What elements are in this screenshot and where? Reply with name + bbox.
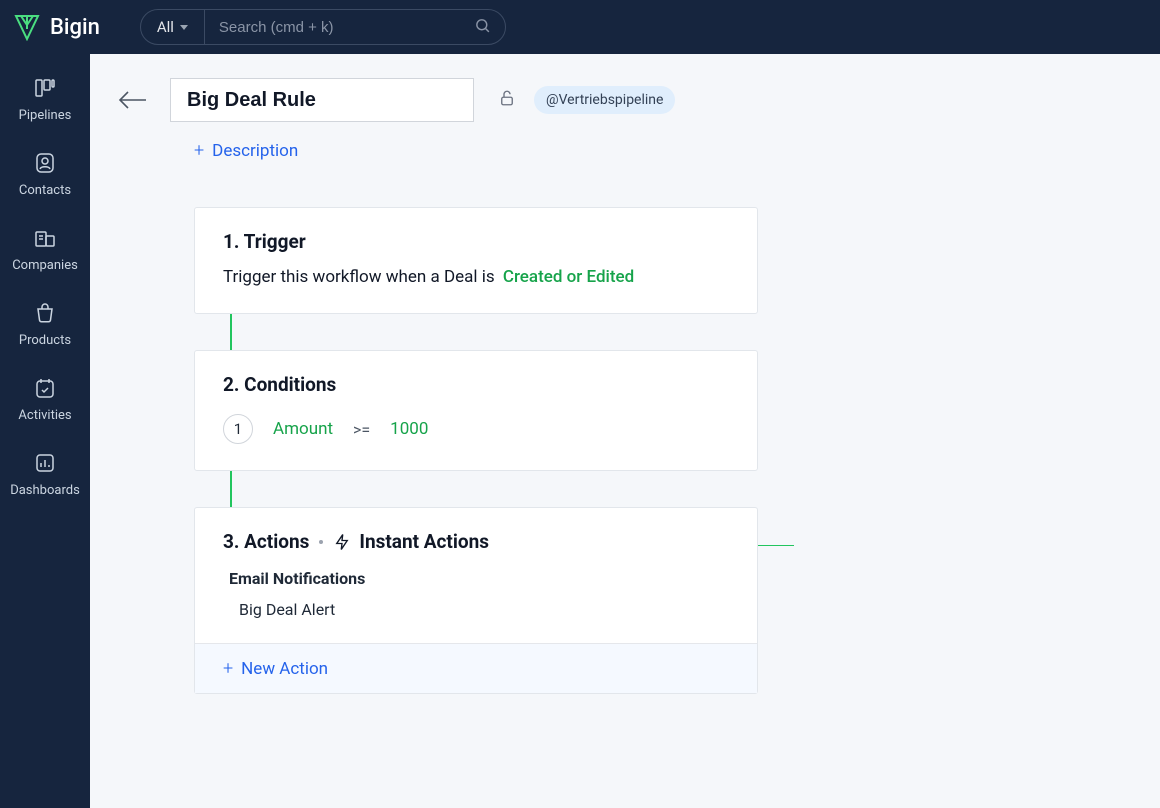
condition-field: Amount [273, 419, 333, 439]
rule-title-input[interactable] [170, 78, 474, 122]
actions-card[interactable]: 3. Actions Instant Actions Email Notific… [194, 507, 758, 694]
trigger-text: Trigger this workflow when a Deal is Cre… [223, 267, 729, 287]
search-input[interactable] [219, 19, 474, 36]
activities-icon [33, 376, 57, 400]
main-content: @Vertriebspipeline + Description 1. Trig… [90, 54, 1160, 808]
add-description-button[interactable]: + Description [194, 140, 1120, 161]
trigger-event: Created or Edited [503, 267, 634, 287]
sidebar-item-label: Products [19, 333, 71, 348]
condition-row: 1 Amount >= 1000 [223, 414, 729, 444]
back-button[interactable] [114, 85, 152, 119]
lightning-icon [333, 532, 351, 552]
brand-logo-icon [14, 13, 40, 41]
add-description-label: Description [212, 141, 298, 161]
trigger-card[interactable]: 1. Trigger Trigger this workflow when a … [194, 207, 758, 314]
brand-logo[interactable]: Bigin [14, 13, 120, 41]
plus-icon: + [194, 140, 204, 161]
branch-line-icon [758, 545, 794, 546]
arrow-left-icon [118, 89, 148, 111]
contacts-icon [33, 151, 57, 175]
sidebar-item-companies[interactable]: Companies [0, 226, 90, 273]
sidebar-item-dashboards[interactable]: Dashboards [0, 451, 90, 498]
action-group-heading: Email Notifications [229, 569, 729, 588]
sidebar-item-pipelines[interactable]: Pipelines [0, 76, 90, 123]
sidebar-item-label: Pipelines [19, 108, 72, 123]
topbar: Bigin All [0, 0, 1160, 54]
sidebar-item-activities[interactable]: Activities [0, 376, 90, 423]
rule-header: @Vertriebspipeline [114, 78, 1120, 122]
chevron-down-icon [180, 25, 188, 30]
search-input-container [205, 10, 505, 44]
new-action-label: New Action [241, 659, 328, 679]
unlock-icon[interactable] [498, 88, 516, 112]
conditions-card[interactable]: 2. Conditions 1 Amount >= 1000 [194, 350, 758, 471]
sidebar-item-label: Companies [12, 258, 78, 273]
pipeline-chip[interactable]: @Vertriebspipeline [534, 86, 675, 114]
dashboards-icon [33, 451, 57, 475]
trigger-prefix: Trigger this workflow when a Deal is [223, 267, 495, 287]
sidebar-item-label: Dashboards [10, 483, 80, 498]
instant-actions-label: Instant Actions [333, 530, 489, 553]
search-icon[interactable] [474, 17, 491, 38]
condition-value: 1000 [390, 419, 428, 439]
workflow-flow: 1. Trigger Trigger this workflow when a … [194, 207, 758, 694]
sidebar-item-products[interactable]: Products [0, 301, 90, 348]
brand-name: Bigin [50, 15, 100, 40]
actions-heading: 3. Actions [223, 530, 309, 553]
search-filter-label: All [157, 18, 174, 36]
trigger-heading: 1. Trigger [223, 230, 729, 253]
plus-icon: + [223, 658, 233, 679]
separator-dot [319, 540, 323, 544]
products-icon [33, 301, 57, 325]
search-filter-dropdown[interactable]: All [141, 10, 205, 44]
actions-title-row: 3. Actions Instant Actions [223, 530, 729, 553]
new-action-button[interactable]: + New Action [195, 643, 757, 693]
condition-index: 1 [223, 414, 253, 444]
search-group: All [140, 9, 506, 45]
sidebar-item-label: Contacts [19, 183, 71, 198]
condition-operator: >= [353, 420, 370, 439]
flow-connector [230, 314, 232, 350]
actions-side-branch [758, 545, 794, 546]
conditions-heading: 2. Conditions [223, 373, 729, 396]
sidebar-item-label: Activities [18, 408, 71, 423]
sidebar: Pipelines Contacts Companies Products Ac… [0, 54, 90, 808]
companies-icon [33, 226, 57, 250]
flow-connector [230, 471, 232, 507]
sidebar-item-contacts[interactable]: Contacts [0, 151, 90, 198]
action-item[interactable]: Big Deal Alert [239, 600, 729, 619]
pipelines-icon [33, 76, 57, 100]
